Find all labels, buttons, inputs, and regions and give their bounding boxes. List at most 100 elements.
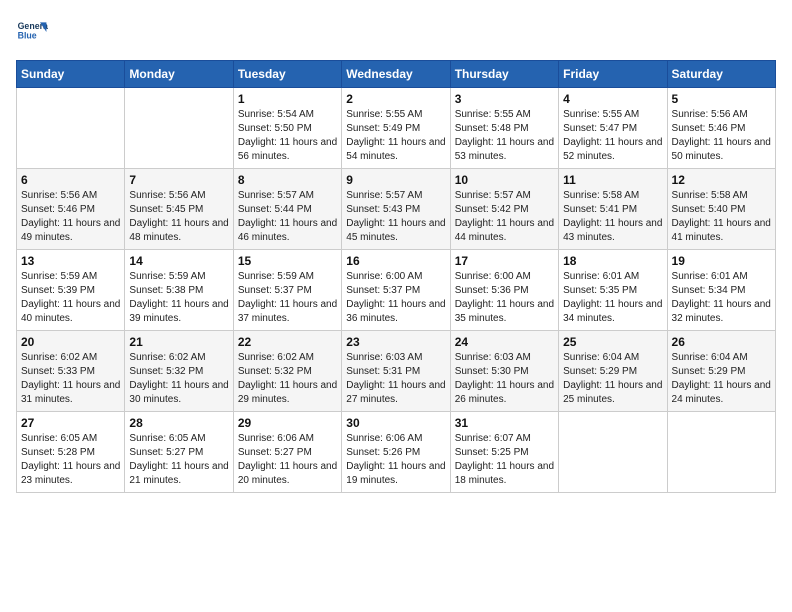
day-info: Sunrise: 6:02 AMSunset: 5:32 PMDaylight:… (129, 351, 228, 407)
calendar-cell: 19 Sunrise: 6:01 AMSunset: 5:34 PMDayligh… (667, 250, 775, 331)
weekday-header-tuesday: Tuesday (233, 61, 341, 88)
day-number: 17 (455, 254, 554, 268)
calendar-cell: 25 Sunrise: 6:04 AMSunset: 5:29 PMDayligh… (559, 331, 667, 412)
weekday-header-sunday: Sunday (17, 61, 125, 88)
logo-icon: General Blue (16, 16, 48, 48)
calendar-cell: 9 Sunrise: 5:57 AMSunset: 5:43 PMDaylight… (342, 169, 450, 250)
calendar-cell: 23 Sunrise: 6:03 AMSunset: 5:31 PMDayligh… (342, 331, 450, 412)
calendar-cell: 6Sunrise: 5:56 AMSunset: 5:46 PMDaylight… (17, 169, 125, 250)
svg-text:Blue: Blue (18, 30, 37, 40)
calendar-cell: 17 Sunrise: 6:00 AMSunset: 5:36 PMDayligh… (450, 250, 558, 331)
day-number: 31 (455, 416, 554, 430)
day-number: 10 (455, 173, 554, 187)
day-number: 8 (238, 173, 337, 187)
calendar-week-2: 6Sunrise: 5:56 AMSunset: 5:46 PMDaylight… (17, 169, 776, 250)
day-number: 20 (21, 335, 120, 349)
day-info: Sunrise: 5:57 AMSunset: 5:42 PMDaylight:… (455, 189, 554, 245)
calendar-cell: 31 Sunrise: 6:07 AMSunset: 5:25 PMDayligh… (450, 412, 558, 493)
day-info: Sunrise: 6:00 AMSunset: 5:37 PMDaylight:… (346, 270, 445, 326)
calendar-cell: 21Sunrise: 6:02 AMSunset: 5:32 PMDayligh… (125, 331, 233, 412)
calendar-cell: 30Sunrise: 6:06 AMSunset: 5:26 PMDayligh… (342, 412, 450, 493)
day-info: Sunrise: 5:56 AMSunset: 5:45 PMDaylight:… (129, 189, 228, 245)
day-info: Sunrise: 6:04 AMSunset: 5:29 PMDaylight:… (672, 351, 771, 407)
day-info: Sunrise: 6:01 AMSunset: 5:35 PMDaylight:… (563, 270, 662, 326)
weekday-header-monday: Monday (125, 61, 233, 88)
calendar-cell: 20 Sunrise: 6:02 AMSunset: 5:33 PMDayligh… (17, 331, 125, 412)
day-number: 14 (129, 254, 228, 268)
day-info: Sunrise: 5:55 AMSunset: 5:49 PMDaylight:… (346, 108, 445, 164)
day-info: Sunrise: 5:58 AMSunset: 5:40 PMDaylight:… (672, 189, 771, 245)
day-number: 29 (238, 416, 337, 430)
day-info: Sunrise: 6:02 AMSunset: 5:33 PMDaylight:… (21, 351, 120, 407)
day-number: 9 (346, 173, 445, 187)
day-info: Sunrise: 6:03 AMSunset: 5:31 PMDaylight:… (346, 351, 445, 407)
day-number: 2 (346, 92, 445, 106)
calendar-cell: 24Sunrise: 6:03 AMSunset: 5:30 PMDayligh… (450, 331, 558, 412)
page-header: General Blue (16, 16, 776, 48)
day-info: Sunrise: 6:06 AMSunset: 5:26 PMDaylight:… (346, 432, 445, 488)
calendar-cell (559, 412, 667, 493)
calendar-cell: 12 Sunrise: 5:58 AMSunset: 5:40 PMDayligh… (667, 169, 775, 250)
day-number: 5 (672, 92, 771, 106)
calendar-cell: 28 Sunrise: 6:05 AMSunset: 5:27 PMDayligh… (125, 412, 233, 493)
calendar-cell: 14 Sunrise: 5:59 AMSunset: 5:38 PMDayligh… (125, 250, 233, 331)
calendar-week-4: 20 Sunrise: 6:02 AMSunset: 5:33 PMDayligh… (17, 331, 776, 412)
weekday-header-friday: Friday (559, 61, 667, 88)
day-info: Sunrise: 5:59 AMSunset: 5:37 PMDaylight:… (238, 270, 337, 326)
day-info: Sunrise: 6:02 AMSunset: 5:32 PMDaylight:… (238, 351, 337, 407)
calendar-cell: 18 Sunrise: 6:01 AMSunset: 5:35 PMDayligh… (559, 250, 667, 331)
calendar-table: SundayMondayTuesdayWednesdayThursdayFrid… (16, 60, 776, 493)
day-number: 18 (563, 254, 662, 268)
day-info: Sunrise: 6:04 AMSunset: 5:29 PMDaylight:… (563, 351, 662, 407)
day-number: 4 (563, 92, 662, 106)
calendar-header: SundayMondayTuesdayWednesdayThursdayFrid… (17, 61, 776, 88)
day-info: Sunrise: 5:59 AMSunset: 5:39 PMDaylight:… (21, 270, 120, 326)
day-number: 23 (346, 335, 445, 349)
weekday-header-wednesday: Wednesday (342, 61, 450, 88)
calendar-cell: 5 Sunrise: 5:56 AMSunset: 5:46 PMDaylight… (667, 88, 775, 169)
day-info: Sunrise: 5:58 AMSunset: 5:41 PMDaylight:… (563, 189, 662, 245)
day-info: Sunrise: 6:01 AMSunset: 5:34 PMDaylight:… (672, 270, 771, 326)
day-number: 12 (672, 173, 771, 187)
day-number: 16 (346, 254, 445, 268)
day-info: Sunrise: 5:57 AMSunset: 5:43 PMDaylight:… (346, 189, 445, 245)
day-info: Sunrise: 6:00 AMSunset: 5:36 PMDaylight:… (455, 270, 554, 326)
calendar-cell: 15 Sunrise: 5:59 AMSunset: 5:37 PMDayligh… (233, 250, 341, 331)
calendar-cell: 1Sunrise: 5:54 AMSunset: 5:50 PMDaylight… (233, 88, 341, 169)
weekday-header-thursday: Thursday (450, 61, 558, 88)
calendar-cell: 4 Sunrise: 5:55 AMSunset: 5:47 PMDaylight… (559, 88, 667, 169)
day-info: Sunrise: 5:57 AMSunset: 5:44 PMDaylight:… (238, 189, 337, 245)
calendar-cell: 2 Sunrise: 5:55 AMSunset: 5:49 PMDaylight… (342, 88, 450, 169)
day-number: 19 (672, 254, 771, 268)
day-number: 27 (21, 416, 120, 430)
day-info: Sunrise: 6:07 AMSunset: 5:25 PMDaylight:… (455, 432, 554, 488)
calendar-week-3: 13 Sunrise: 5:59 AMSunset: 5:39 PMDayligh… (17, 250, 776, 331)
calendar-week-5: 27 Sunrise: 6:05 AMSunset: 5:28 PMDayligh… (17, 412, 776, 493)
calendar-week-1: 1Sunrise: 5:54 AMSunset: 5:50 PMDaylight… (17, 88, 776, 169)
day-number: 7 (129, 173, 228, 187)
day-info: Sunrise: 6:05 AMSunset: 5:27 PMDaylight:… (129, 432, 228, 488)
day-info: Sunrise: 6:03 AMSunset: 5:30 PMDaylight:… (455, 351, 554, 407)
calendar-cell: 10 Sunrise: 5:57 AMSunset: 5:42 PMDayligh… (450, 169, 558, 250)
day-number: 25 (563, 335, 662, 349)
calendar-cell (667, 412, 775, 493)
day-info: Sunrise: 5:55 AMSunset: 5:47 PMDaylight:… (563, 108, 662, 164)
day-number: 28 (129, 416, 228, 430)
weekday-header-saturday: Saturday (667, 61, 775, 88)
calendar-cell: 8 Sunrise: 5:57 AMSunset: 5:44 PMDaylight… (233, 169, 341, 250)
calendar-cell (125, 88, 233, 169)
day-number: 15 (238, 254, 337, 268)
day-info: Sunrise: 5:59 AMSunset: 5:38 PMDaylight:… (129, 270, 228, 326)
calendar-cell: 7 Sunrise: 5:56 AMSunset: 5:45 PMDaylight… (125, 169, 233, 250)
day-info: Sunrise: 5:56 AMSunset: 5:46 PMDaylight:… (672, 108, 771, 164)
calendar-cell: 22Sunrise: 6:02 AMSunset: 5:32 PMDayligh… (233, 331, 341, 412)
day-info: Sunrise: 6:06 AMSunset: 5:27 PMDaylight:… (238, 432, 337, 488)
calendar-cell: 3Sunrise: 5:55 AMSunset: 5:48 PMDaylight… (450, 88, 558, 169)
day-number: 13 (21, 254, 120, 268)
calendar-cell: 16 Sunrise: 6:00 AMSunset: 5:37 PMDayligh… (342, 250, 450, 331)
day-info: Sunrise: 6:05 AMSunset: 5:28 PMDaylight:… (21, 432, 120, 488)
logo: General Blue (16, 16, 48, 48)
calendar-cell: 11Sunrise: 5:58 AMSunset: 5:41 PMDayligh… (559, 169, 667, 250)
calendar-cell: 27 Sunrise: 6:05 AMSunset: 5:28 PMDayligh… (17, 412, 125, 493)
calendar-cell: 29 Sunrise: 6:06 AMSunset: 5:27 PMDayligh… (233, 412, 341, 493)
